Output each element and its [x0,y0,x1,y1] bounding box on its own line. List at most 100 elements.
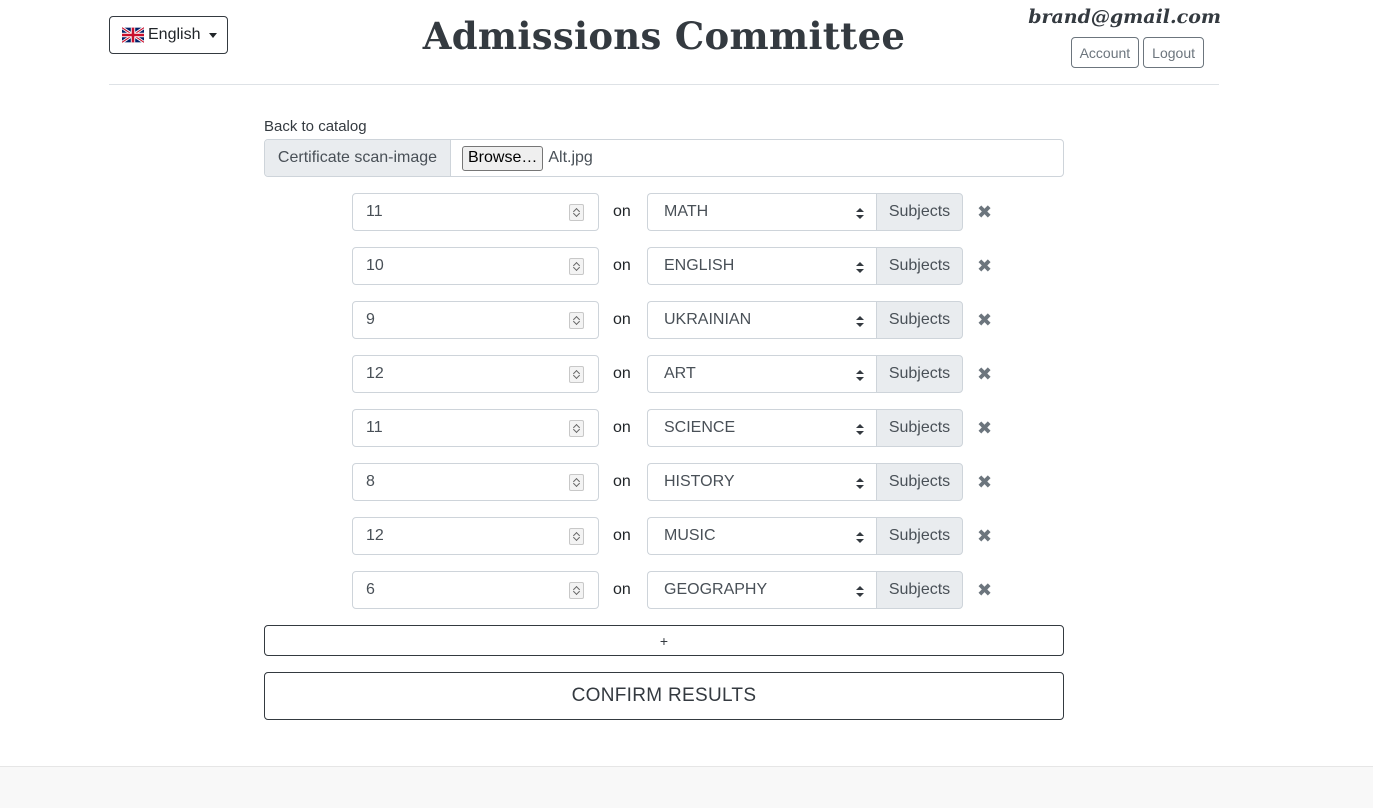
number-spinner[interactable] [569,258,584,275]
logout-button[interactable]: Logout [1143,37,1204,68]
score-value: 9 [366,311,375,328]
on-label: on [613,581,631,598]
subjects-addon: Subjects [876,517,963,555]
subject-select[interactable]: UKRAINIAN [647,301,876,339]
number-spinner[interactable] [569,312,584,329]
close-icon[interactable]: ✖ [977,419,992,437]
score-input[interactable]: 8 [352,463,599,501]
subject-select[interactable]: ENGLISH [647,247,876,285]
subject-select[interactable]: MATH [647,193,876,231]
on-label: on [613,203,631,220]
grade-row: 11 on MATH Subjects ✖ [352,193,1002,231]
close-icon[interactable]: ✖ [977,257,992,275]
subject-select[interactable]: HISTORY [647,463,876,501]
grade-row: 11 on SCIENCE Subjects ✖ [352,409,1002,447]
score-input[interactable]: 12 [352,355,599,393]
add-row-button[interactable]: + [264,625,1064,656]
header: English Admissions Committee brand@gmail… [109,0,1221,85]
select-arrows-icon [856,532,864,543]
footer [0,766,1373,808]
close-icon[interactable]: ✖ [977,473,992,491]
score-input[interactable]: 11 [352,409,599,447]
grade-row: 8 on HISTORY Subjects ✖ [352,463,1002,501]
subject-value: ENGLISH [664,257,735,274]
subject-value: SCIENCE [664,419,736,436]
score-input[interactable]: 6 [352,571,599,609]
certificate-file-group: Certificate scan-image Browse… Alt.jpg [264,139,1064,177]
select-arrows-icon [856,316,864,327]
select-arrows-icon [856,262,864,273]
user-email: brand@gmail.com [1028,6,1221,28]
subjects-addon: Subjects [876,571,963,609]
subject-select-group: ART Subjects [647,355,963,393]
back-to-catalog-link[interactable]: Back to catalog [264,118,367,135]
subject-value: MUSIC [664,527,716,544]
number-spinner[interactable] [569,474,584,491]
number-spinner[interactable] [569,420,584,437]
select-arrows-icon [856,370,864,381]
grade-row: 12 on MUSIC Subjects ✖ [352,517,1002,555]
subject-select[interactable]: MUSIC [647,517,876,555]
subject-select-group: MUSIC Subjects [647,517,963,555]
account-button-group: Account Logout [1070,37,1204,68]
confirm-results-button[interactable]: CONFIRM RESULTS [264,672,1064,720]
subject-select[interactable]: ART [647,355,876,393]
subjects-addon: Subjects [876,463,963,501]
subject-select-group: ENGLISH Subjects [647,247,963,285]
number-spinner[interactable] [569,204,584,221]
certificate-file-input[interactable]: Browse… Alt.jpg [451,140,1063,176]
subject-select[interactable]: SCIENCE [647,409,876,447]
subject-select-group: GEOGRAPHY Subjects [647,571,963,609]
close-icon[interactable]: ✖ [977,365,992,383]
score-value: 12 [366,365,384,382]
score-value: 11 [366,203,383,220]
score-input[interactable]: 10 [352,247,599,285]
subject-value: UKRAINIAN [664,311,752,328]
score-value: 11 [366,419,383,436]
subjects-addon: Subjects [876,247,963,285]
select-arrows-icon [856,478,864,489]
score-input[interactable]: 9 [352,301,599,339]
number-spinner[interactable] [569,582,584,599]
file-name: Alt.jpg [548,149,593,166]
select-arrows-icon [856,424,864,435]
close-icon[interactable]: ✖ [977,527,992,545]
subject-value: GEOGRAPHY [664,581,768,598]
grade-row: 6 on GEOGRAPHY Subjects ✖ [352,571,1002,609]
close-icon[interactable]: ✖ [977,203,992,221]
grade-row: 9 on UKRAINIAN Subjects ✖ [352,301,1002,339]
subject-value: HISTORY [664,473,735,490]
close-icon[interactable]: ✖ [977,581,992,599]
score-value: 10 [366,257,384,274]
on-label: on [613,365,631,382]
subject-value: MATH [664,203,709,220]
score-input[interactable]: 12 [352,517,599,555]
select-arrows-icon [856,208,864,219]
grade-row: 12 on ART Subjects ✖ [352,355,1002,393]
close-icon[interactable]: ✖ [977,311,992,329]
certificate-file-label: Certificate scan-image [265,140,451,176]
subject-select-group: UKRAINIAN Subjects [647,301,963,339]
score-value: 6 [366,581,375,598]
on-label: on [613,311,631,328]
on-label: on [613,473,631,490]
score-value: 8 [366,473,375,490]
subjects-addon: Subjects [876,193,963,231]
number-spinner[interactable] [569,366,584,383]
subject-select-group: MATH Subjects [647,193,963,231]
account-button[interactable]: Account [1070,37,1140,68]
subject-select[interactable]: GEOGRAPHY [647,571,876,609]
select-arrows-icon [856,586,864,597]
score-value: 12 [366,527,384,544]
subject-select-group: HISTORY Subjects [647,463,963,501]
subjects-addon: Subjects [876,301,963,339]
subjects-addon: Subjects [876,409,963,447]
grade-row: 10 on ENGLISH Subjects ✖ [352,247,1002,285]
on-label: on [613,527,631,544]
on-label: on [613,419,631,436]
score-input[interactable]: 11 [352,193,599,231]
subject-select-group: SCIENCE Subjects [647,409,963,447]
on-label: on [613,257,631,274]
number-spinner[interactable] [569,528,584,545]
browse-button[interactable]: Browse… [462,145,544,171]
